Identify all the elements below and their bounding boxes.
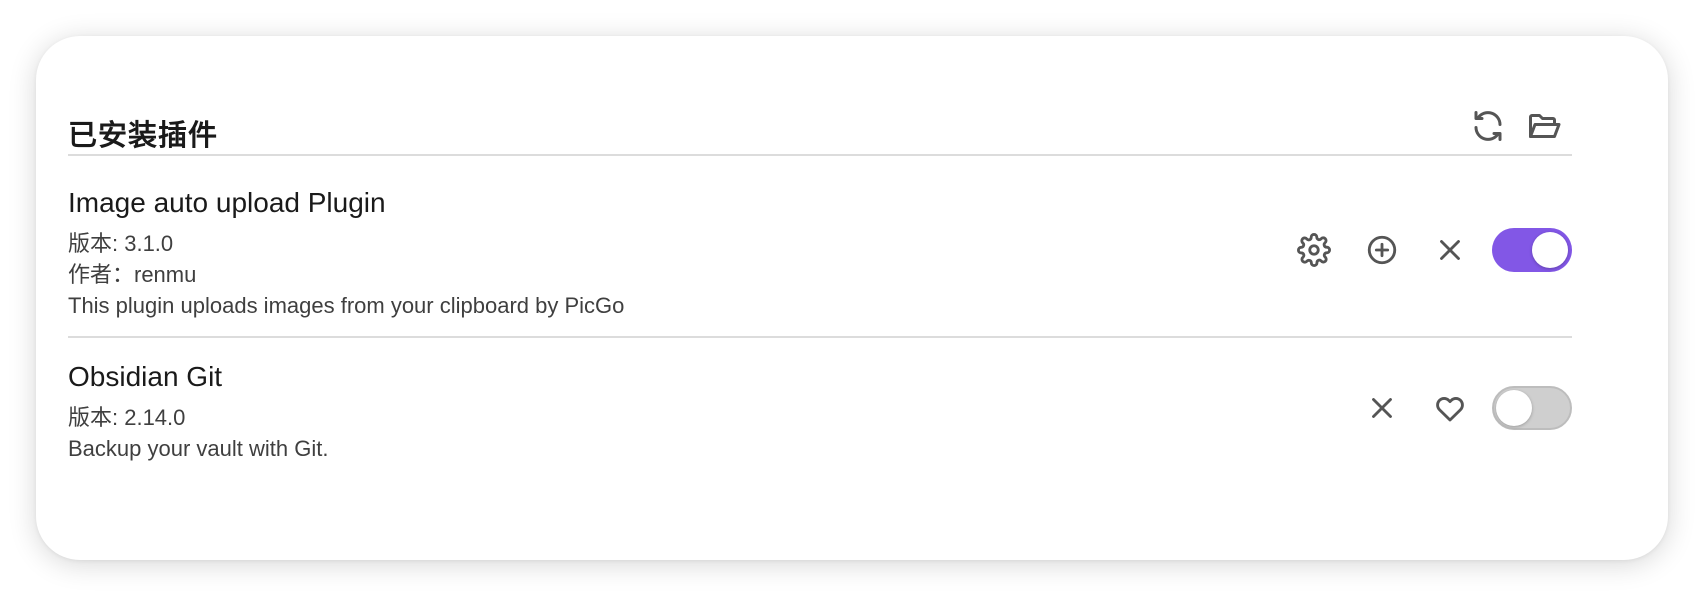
plugin-item-image-auto-upload: Image auto upload Plugin 版本: 3.1.0 作者：re… [68,184,1572,324]
donate-button[interactable] [1416,380,1484,436]
section-header: 已安装插件 [68,98,1572,154]
refresh-icon [1474,111,1502,141]
folder-open-icon [1529,114,1561,138]
plugin-description: This plugin uploads images from your cli… [68,293,625,318]
close-icon [1440,240,1460,260]
plugin-actions [1348,380,1572,436]
toggle-knob [1496,390,1532,426]
plugin-name: Image auto upload Plugin [68,187,386,218]
uninstall-plugin-button[interactable] [1416,222,1484,278]
divider [68,154,1572,156]
close-icon [1372,398,1392,418]
open-plugins-folder-button[interactable] [1516,98,1572,154]
plugin-settings-button[interactable] [1280,222,1348,278]
heart-icon [1436,397,1464,422]
uninstall-plugin-button[interactable] [1348,380,1416,436]
plugin-name: Obsidian Git [68,361,223,392]
plugin-enable-toggle[interactable] [1492,228,1572,272]
plugin-version: 版本: 2.14.0 [68,405,186,430]
divider [68,336,1572,338]
plugin-enable-toggle[interactable] [1492,386,1572,430]
plugin-hotkeys-button[interactable] [1348,222,1416,278]
plugin-item-obsidian-git: Obsidian Git 版本: 2.14.0 Backup your vaul… [68,358,1572,468]
plugin-description: Backup your vault with Git. [68,436,329,461]
section-title: 已安装插件 [68,120,219,152]
header-actions [1460,98,1572,154]
reload-plugins-button[interactable] [1460,98,1516,154]
toggle-knob [1532,232,1568,268]
plus-circle-icon [1367,235,1397,265]
plugin-actions [1280,222,1572,278]
gear-icon [1297,233,1331,267]
plugins-panel: 已安装插件 Image auto upload Plugin 版本: 3.1.0… [36,36,1668,560]
